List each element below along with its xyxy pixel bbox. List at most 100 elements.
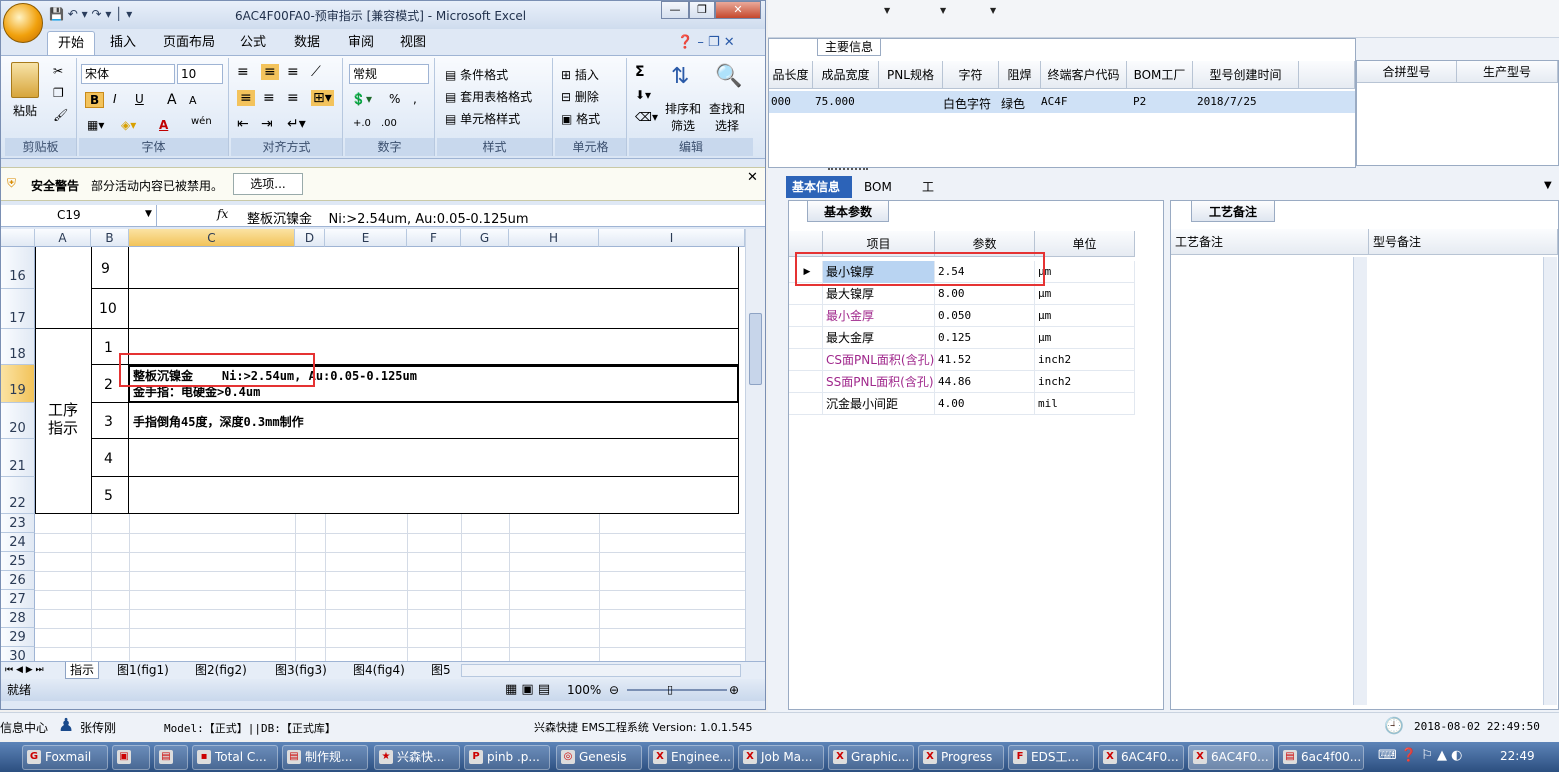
scrollbar[interactable] <box>1353 257 1367 705</box>
table-row[interactable]: 最小金厚 0.050 μm <box>789 305 1135 327</box>
percent-button[interactable]: % <box>389 92 400 106</box>
name-box[interactable]: C19 <box>1 205 157 227</box>
binoculars-icon[interactable]: 🔍 <box>715 64 742 89</box>
tab-insert[interactable]: 插入 <box>101 31 145 55</box>
merge-center-icon[interactable]: ⊞▾ <box>311 90 334 106</box>
font-color-button[interactable]: A <box>159 118 168 132</box>
taskbar-item[interactable]: Ppinb .p... <box>464 745 550 770</box>
zoom-level[interactable]: 100% <box>567 679 601 701</box>
close-icon[interactable]: ✕ <box>715 1 761 19</box>
insert-cells-button[interactable]: ⊞ 插入 <box>561 66 599 83</box>
find-select-button[interactable]: 查找和 选择 <box>709 100 745 134</box>
format-table-button[interactable]: ▤ 套用表格格式 <box>445 88 532 105</box>
decrease-indent-icon[interactable]: ⇤ <box>237 116 249 132</box>
param-value[interactable]: 41.52 <box>935 349 1035 371</box>
col-header[interactable]: PNL规格 <box>879 61 943 89</box>
formula-input[interactable]: 整板沉镍金 Ni:>2.54um, Au:0.05-0.125um <box>247 208 529 227</box>
tab-basic-params[interactable]: 基本参数 <box>807 200 889 222</box>
zoom-in-icon[interactable]: ⊕ <box>729 679 739 701</box>
tab-basic-info[interactable]: 基本信息 <box>786 176 852 198</box>
col-header-d[interactable]: D <box>295 229 325 247</box>
delete-cells-button[interactable]: ⊟ 删除 <box>561 88 599 105</box>
row-header[interactable]: 22 <box>1 477 35 514</box>
clear-icon[interactable]: ⌫▾ <box>635 110 658 124</box>
minimize-icon[interactable]: — <box>661 1 689 19</box>
cut-icon[interactable]: ✂ <box>53 64 63 78</box>
taskbar-item[interactable]: ▤ 制作规... <box>282 745 368 770</box>
font-name-select[interactable]: 宋体 <box>81 64 175 84</box>
autosum-button[interactable]: Σ <box>635 64 645 80</box>
col-header[interactable]: 字符 <box>943 61 999 89</box>
taskbar-item[interactable]: ◎ Genesis <box>556 745 642 770</box>
col-header-e[interactable]: E <box>325 229 407 247</box>
row-header[interactable]: 28 <box>1 609 35 628</box>
zoom-thumb[interactable]: ▯ <box>667 679 673 701</box>
sheet-tab-active[interactable]: 指示 <box>65 662 100 679</box>
select-all[interactable] <box>1 229 35 247</box>
tab-formulas[interactable]: 公式 <box>231 31 275 55</box>
sheet-nav-icon[interactable]: ⏮ ◀ ▶ ⏭ <box>5 662 44 679</box>
paste-button[interactable]: 粘贴 <box>13 102 37 119</box>
sort-filter-icon[interactable]: ⇅ <box>671 64 689 89</box>
col-header[interactable]: 品长度 <box>769 61 813 89</box>
tab-review[interactable]: 审阅 <box>339 31 383 55</box>
decrease-decimal-button[interactable]: .00 <box>381 118 397 129</box>
quick-access-toolbar[interactable]: 💾 ↶ ▾ ↷ ▾ │ ▾ <box>49 7 132 21</box>
col-header[interactable]: 单位 <box>1035 231 1135 257</box>
grow-font-button[interactable]: A <box>167 92 177 108</box>
table-row[interactable]: SS面PNL面积(含孔) 44.86 inch2 <box>789 371 1135 393</box>
col-header[interactable]: 生产型号 <box>1457 61 1558 83</box>
cell-b[interactable]: 5 <box>104 488 113 504</box>
number-format-select[interactable]: 常规 <box>349 64 429 84</box>
format-cells-button[interactable]: ▣ 格式 <box>561 110 600 127</box>
sheet-tab[interactable]: 图1(fig1) <box>113 662 173 679</box>
col-header-a[interactable]: A <box>35 229 91 247</box>
border-icon[interactable]: ▦▾ <box>87 118 104 132</box>
tab-worktime[interactable]: 工时 <box>916 176 940 216</box>
taskbar-item[interactable]: X Job Ma... <box>738 745 824 770</box>
shrink-font-button[interactable]: A <box>189 94 197 107</box>
options-button[interactable]: 选项... <box>233 173 303 195</box>
phonetic-button[interactable]: wén <box>191 116 212 127</box>
taskbar-clock[interactable]: 22:49 <box>1500 749 1535 763</box>
col-header-g[interactable]: G <box>461 229 509 247</box>
tab-view[interactable]: 视图 <box>391 31 435 55</box>
tray-icons[interactable]: ⌨ ❓ ⚐ ▲ ◐ <box>1378 748 1462 763</box>
tab-data[interactable]: 数据 <box>285 31 329 55</box>
col-header[interactable]: 阻焊 <box>999 61 1041 89</box>
italic-button[interactable]: I <box>109 92 121 106</box>
align-top-icon[interactable]: ≡ <box>237 64 249 80</box>
align-right-icon[interactable]: ≡ <box>287 90 299 106</box>
horizontal-scrollbar[interactable] <box>461 664 741 677</box>
taskbar-item-active[interactable]: X 6AC4F0... <box>1188 745 1274 770</box>
row-header[interactable]: 24 <box>1 533 35 552</box>
cell-c20[interactable]: 手指倒角45度，深度0.3mm制作 <box>133 413 304 430</box>
taskbar-item[interactable]: ▪ Total C... <box>192 745 278 770</box>
zoom-out-icon[interactable]: ⊖ <box>609 679 619 701</box>
tab-page-layout[interactable]: 页面布局 <box>155 31 223 55</box>
taskbar-item[interactable]: X Progress <box>918 745 1004 770</box>
col-header-f[interactable]: F <box>407 229 461 247</box>
tab-home[interactable]: 开始 <box>47 31 95 55</box>
row-header[interactable]: 19 <box>1 365 35 403</box>
dropdown-icon[interactable]: ▼ <box>145 209 152 219</box>
taskbar-item[interactable]: ▣ <box>112 745 150 770</box>
cell-b[interactable]: 4 <box>104 451 113 467</box>
format-painter-icon[interactable]: 🖌 <box>53 108 68 122</box>
col-header[interactable]: 工艺备注 <box>1171 229 1369 255</box>
taskbar-item[interactable]: X Enginee... <box>648 745 734 770</box>
sheet-tab[interactable]: 图5 <box>427 662 457 679</box>
increase-decimal-button[interactable]: +.0 <box>353 118 371 129</box>
row-header[interactable]: 26 <box>1 571 35 590</box>
align-center-icon[interactable]: ≡ <box>263 90 275 106</box>
currency-icon[interactable]: 💲▾ <box>351 92 372 106</box>
taskbar-item[interactable]: X 6AC4F0... <box>1098 745 1184 770</box>
bold-button[interactable]: B <box>85 92 105 108</box>
taskbar-item[interactable]: X Graphic... <box>828 745 914 770</box>
align-bottom-icon[interactable]: ≡ <box>287 64 299 80</box>
col-header[interactable]: BOM工厂 <box>1127 61 1193 89</box>
row-header[interactable]: 17 <box>1 289 35 329</box>
row-header[interactable]: 27 <box>1 590 35 609</box>
merged-cell-process[interactable]: 工序 指示 <box>39 401 87 437</box>
col-header-b[interactable]: B <box>91 229 129 247</box>
